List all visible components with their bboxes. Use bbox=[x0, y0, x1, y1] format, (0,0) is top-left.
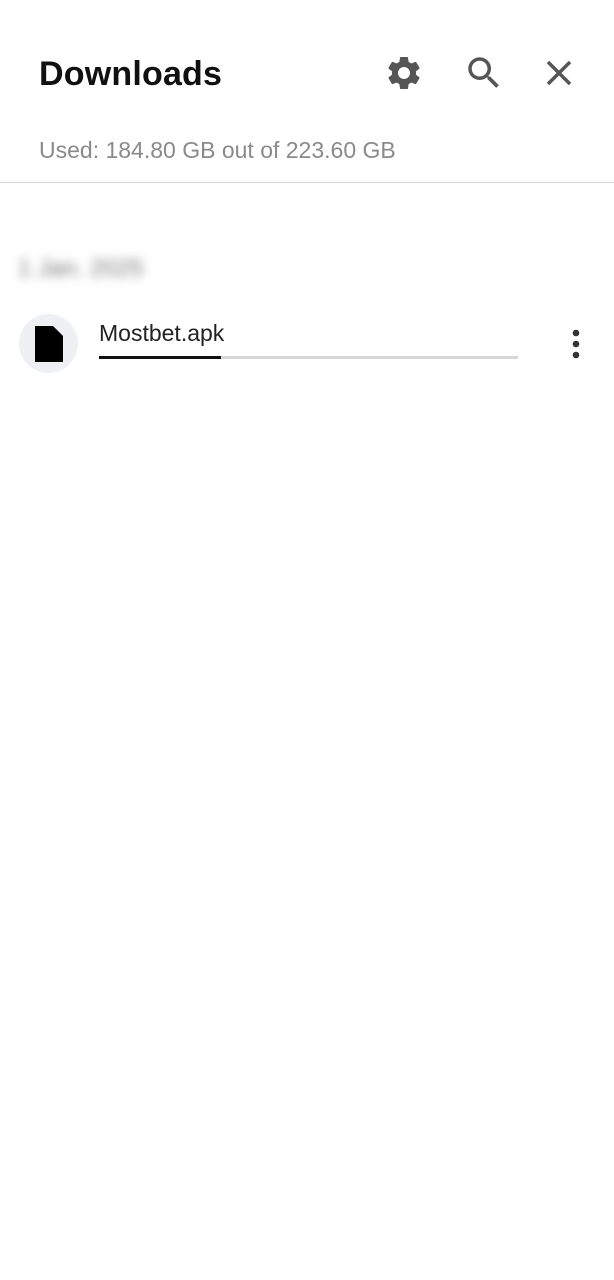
search-button[interactable] bbox=[460, 49, 508, 97]
search-icon bbox=[468, 57, 499, 88]
settings-button[interactable] bbox=[380, 49, 428, 97]
file-name: Mostbet.apk bbox=[99, 320, 225, 346]
close-icon bbox=[546, 60, 572, 86]
page-title: Downloads bbox=[39, 55, 223, 93]
close-button[interactable] bbox=[535, 49, 583, 97]
storage-usage-text: Used: 184.80 GB out of 223.60 GB bbox=[39, 137, 396, 163]
date-group-header: 1 Jan. 2025 bbox=[18, 255, 144, 282]
file-icon-container bbox=[19, 314, 78, 373]
downloads-screen: Downloads Used: 184.80 GB out of 223.60 … bbox=[0, 0, 614, 1280]
gear-icon bbox=[388, 56, 420, 89]
download-item[interactable]: Mostbet.apk bbox=[0, 300, 614, 388]
more-options-button[interactable] bbox=[552, 320, 600, 368]
download-progress-bar bbox=[99, 356, 518, 359]
more-vert-icon bbox=[572, 329, 580, 359]
header: Downloads Used: 184.80 GB out of 223.60 … bbox=[0, 0, 614, 183]
file-icon bbox=[34, 325, 63, 362]
download-progress-fill bbox=[99, 356, 221, 359]
